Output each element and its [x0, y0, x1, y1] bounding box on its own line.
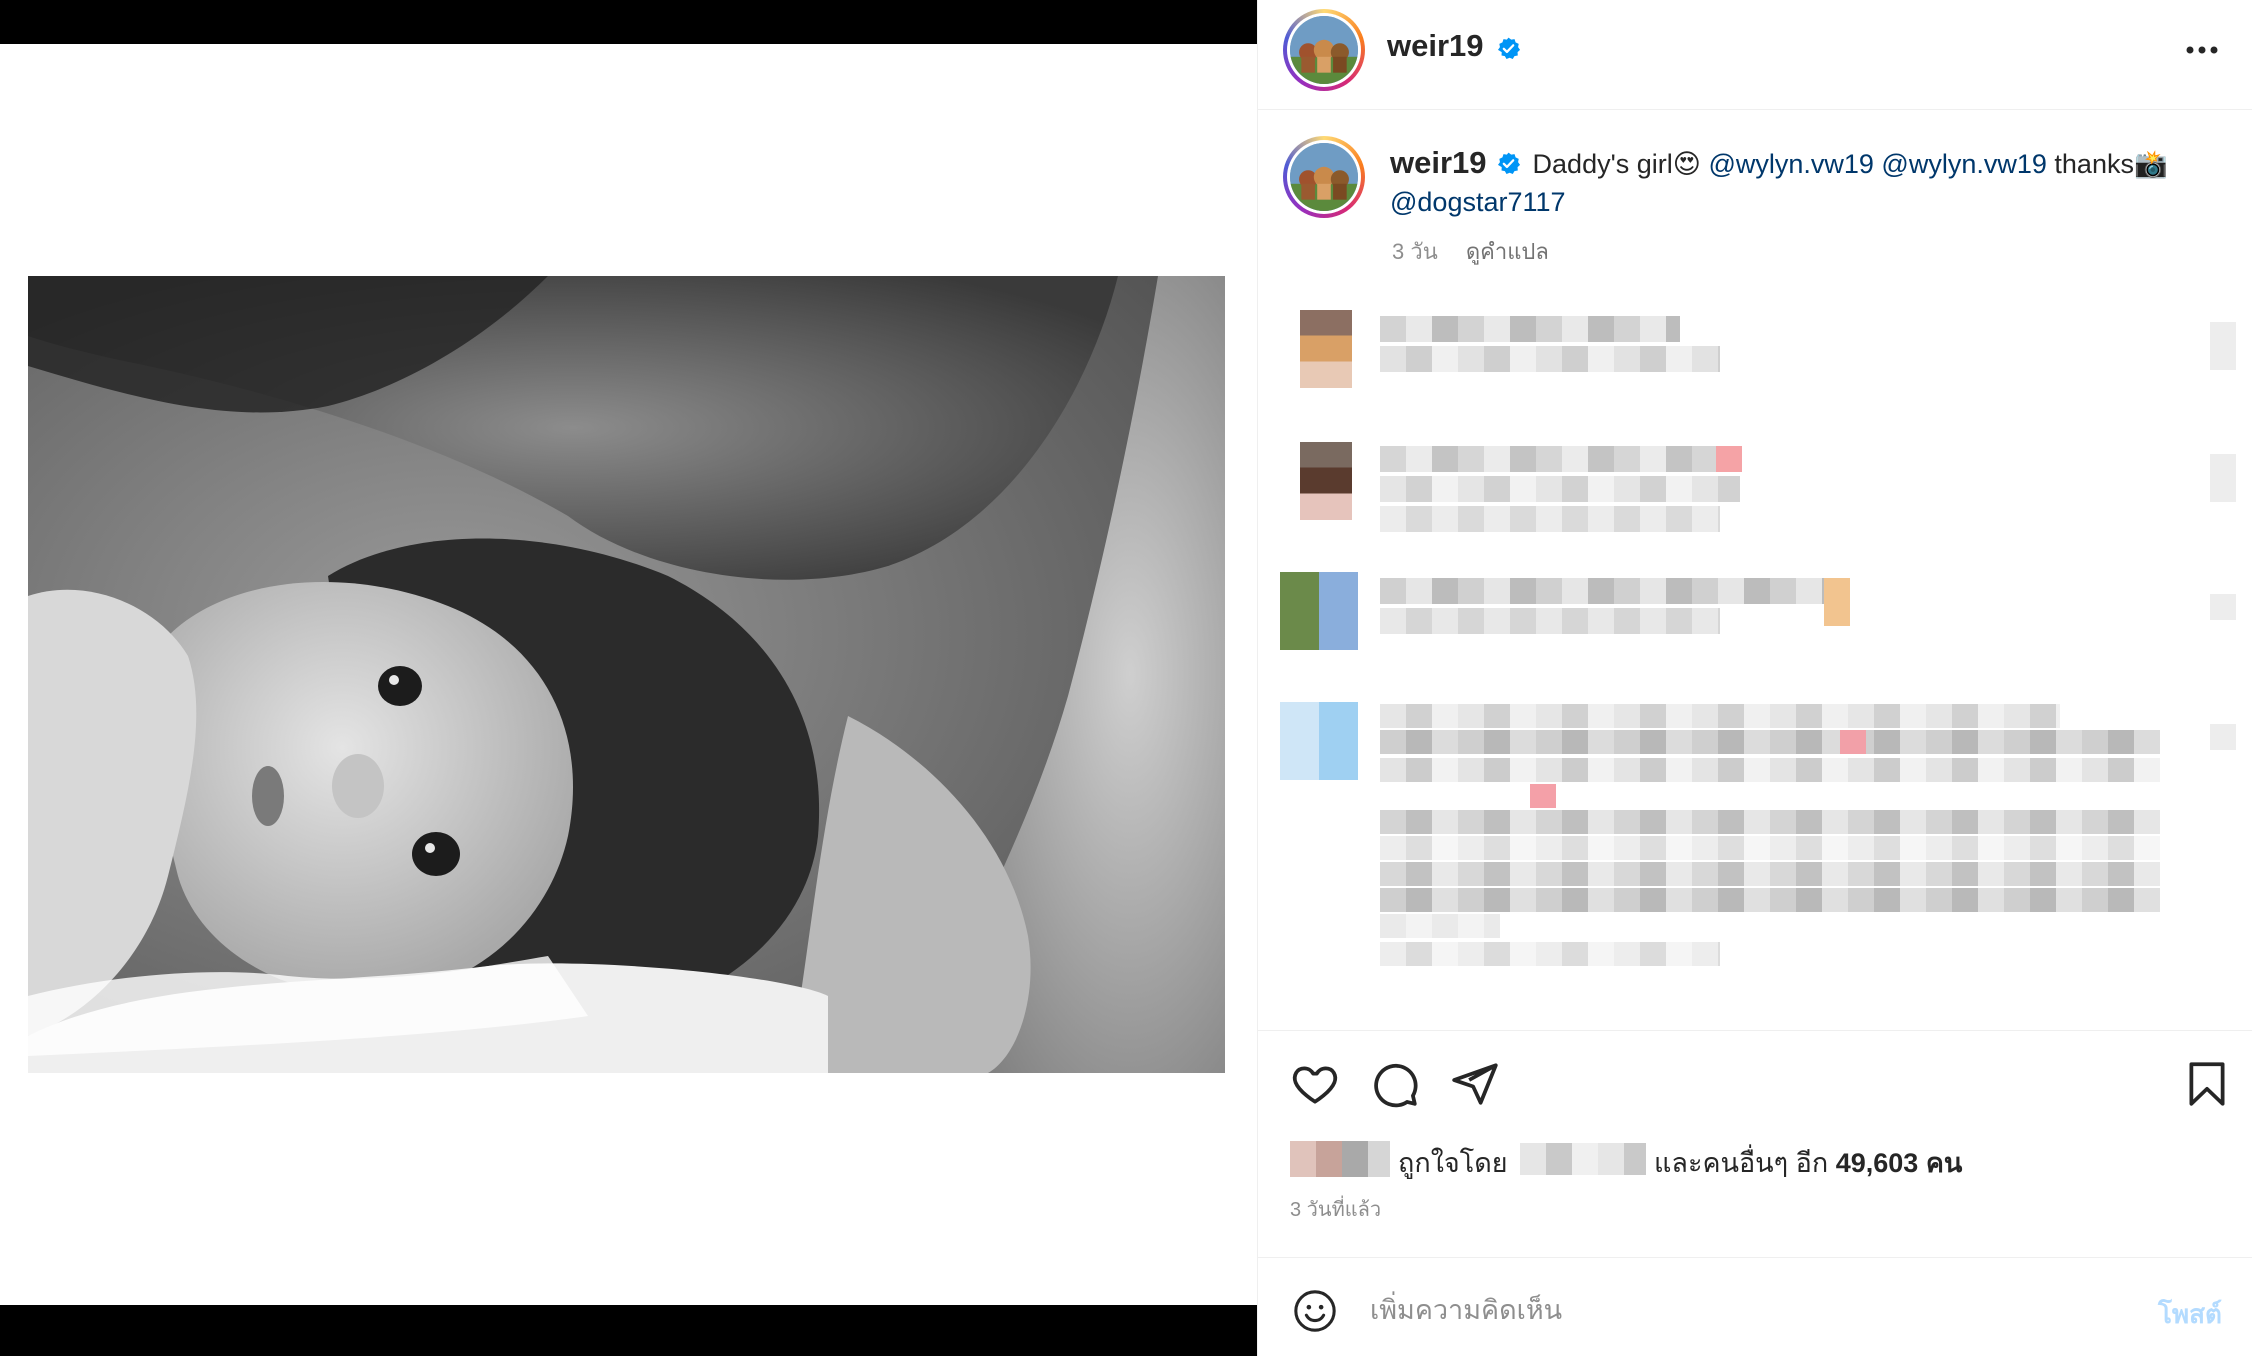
- header-avatar[interactable]: [1283, 9, 1365, 91]
- comment-text-redacted: [1380, 862, 2160, 886]
- mention-link-1[interactable]: @wylyn.vw19: [1708, 149, 1873, 179]
- comment-text-redacted: [1380, 888, 2160, 912]
- header-username[interactable]: weir19: [1387, 28, 1484, 64]
- likes-summary[interactable]: และคนอื่นๆ อีก 49,603 คน: [1654, 1141, 1962, 1184]
- comment-avatar[interactable]: [1300, 442, 1352, 520]
- comment-item-2: [1280, 442, 2240, 552]
- comment-avatar[interactable]: [1300, 310, 1352, 388]
- comment-text-redacted: [1380, 810, 2160, 834]
- comment-text-redacted: [1380, 316, 1680, 342]
- comment-like-heart-icon[interactable]: [2210, 454, 2236, 502]
- likes-prefix: ถูกใจโดย: [1398, 1148, 1508, 1178]
- liker-avatars[interactable]: [1290, 1141, 1390, 1177]
- post-photo[interactable]: [28, 276, 1225, 1073]
- post-header: weir19: [1258, 0, 2252, 110]
- liker-name-redacted[interactable]: [1520, 1143, 1646, 1175]
- caption-body: Daddy's girl: [1532, 149, 1673, 179]
- comment-emoji-redacted: [1716, 446, 1742, 472]
- comment-text-redacted: [1380, 942, 1720, 966]
- comment-item-4: [1280, 702, 2240, 1030]
- caption-avatar[interactable]: [1283, 136, 1365, 218]
- caption-emoji-camera: 📸: [2133, 149, 2168, 179]
- caption-meta: 3 วัน ดูคำแปล: [1392, 234, 1571, 269]
- translate-link[interactable]: ดูคำแปล: [1466, 239, 1549, 264]
- post-side-panel: weir19 weir19 Daddy's girl😍 @wylyn.vw19 …: [1257, 0, 2252, 1356]
- comment-text-redacted: [1380, 476, 1740, 502]
- caption-and-comments: weir19 Daddy's girl😍 @wylyn.vw19 @wylyn.…: [1258, 110, 2252, 1030]
- verified-badge-icon: [1498, 152, 1521, 175]
- avatar-dogs-image: [1290, 143, 1358, 211]
- likes-suffix: คน: [1925, 1148, 1963, 1178]
- comment-bubble-icon[interactable]: [1370, 1059, 1420, 1109]
- heart-icon[interactable]: [1290, 1059, 1340, 1109]
- verified-badge-icon: [1497, 37, 1521, 60]
- caption-username[interactable]: weir19: [1390, 145, 1487, 180]
- comment-text-redacted: [1380, 836, 2160, 860]
- letterbox-bottom: [0, 1305, 1257, 1356]
- likes-and-others: และคนอื่นๆ อีก: [1654, 1148, 1829, 1178]
- paper-plane-icon[interactable]: [1450, 1059, 1500, 1109]
- comment-input[interactable]: [1370, 1286, 2050, 1334]
- smiley-icon[interactable]: [1292, 1288, 1338, 1334]
- comment-text-redacted: [1380, 346, 1720, 372]
- comment-text-redacted: [1380, 730, 2160, 754]
- photo-father-and-baby: [28, 276, 1225, 1073]
- bookmark-icon[interactable]: [2182, 1059, 2232, 1109]
- caption-thanks: thanks: [2054, 149, 2134, 179]
- comment-like-heart-icon[interactable]: [2210, 594, 2236, 620]
- comment-text-redacted: [1380, 914, 1500, 938]
- mention-link-2[interactable]: @wylyn.vw19: [1881, 149, 2046, 179]
- comment-avatar[interactable]: [1280, 702, 1358, 780]
- comment-text-redacted: [1380, 608, 1720, 634]
- comment-text-redacted: [1380, 506, 1720, 532]
- media-pane: [0, 0, 1257, 1356]
- caption-emoji-heart-eyes: 😍: [1672, 149, 1701, 179]
- comment-emoji-redacted: [1824, 578, 1850, 626]
- comment-emoji-redacted: [1840, 730, 1866, 754]
- more-horizontal-icon[interactable]: [2178, 30, 2226, 70]
- comment-like-heart-icon[interactable]: [2210, 322, 2236, 370]
- comment-text-redacted: [1380, 704, 2060, 728]
- post-comment-button[interactable]: โพสต์: [2158, 1294, 2222, 1335]
- post-caption: weir19 Daddy's girl😍 @wylyn.vw19 @wylyn.…: [1390, 144, 2230, 221]
- comment-item-3: [1280, 572, 2240, 682]
- comment-text-redacted: [1380, 758, 2160, 782]
- comment-item-1: [1280, 310, 2240, 400]
- avatar-dogs-image: [1290, 16, 1358, 84]
- letterbox-top: [0, 0, 1257, 44]
- post-time-ago[interactable]: 3 วันที่แล้ว: [1290, 1193, 1381, 1225]
- caption-time[interactable]: 3 วัน: [1392, 239, 1438, 264]
- likes-count: 49,603: [1835, 1148, 1919, 1178]
- add-comment-bar: โพสต์: [1258, 1257, 2252, 1356]
- comment-avatar[interactable]: [1280, 572, 1358, 650]
- comment-like-heart-icon[interactable]: [2210, 724, 2236, 750]
- comment-emoji-redacted: [1530, 784, 1556, 808]
- mention-link-3[interactable]: @dogstar7117: [1390, 187, 1566, 217]
- comment-text-redacted: [1380, 446, 1740, 472]
- comment-text-redacted: [1380, 578, 1850, 604]
- post-actions: ถูกใจโดย และคนอื่นๆ อีก 49,603 คน 3 วันท…: [1258, 1030, 2252, 1356]
